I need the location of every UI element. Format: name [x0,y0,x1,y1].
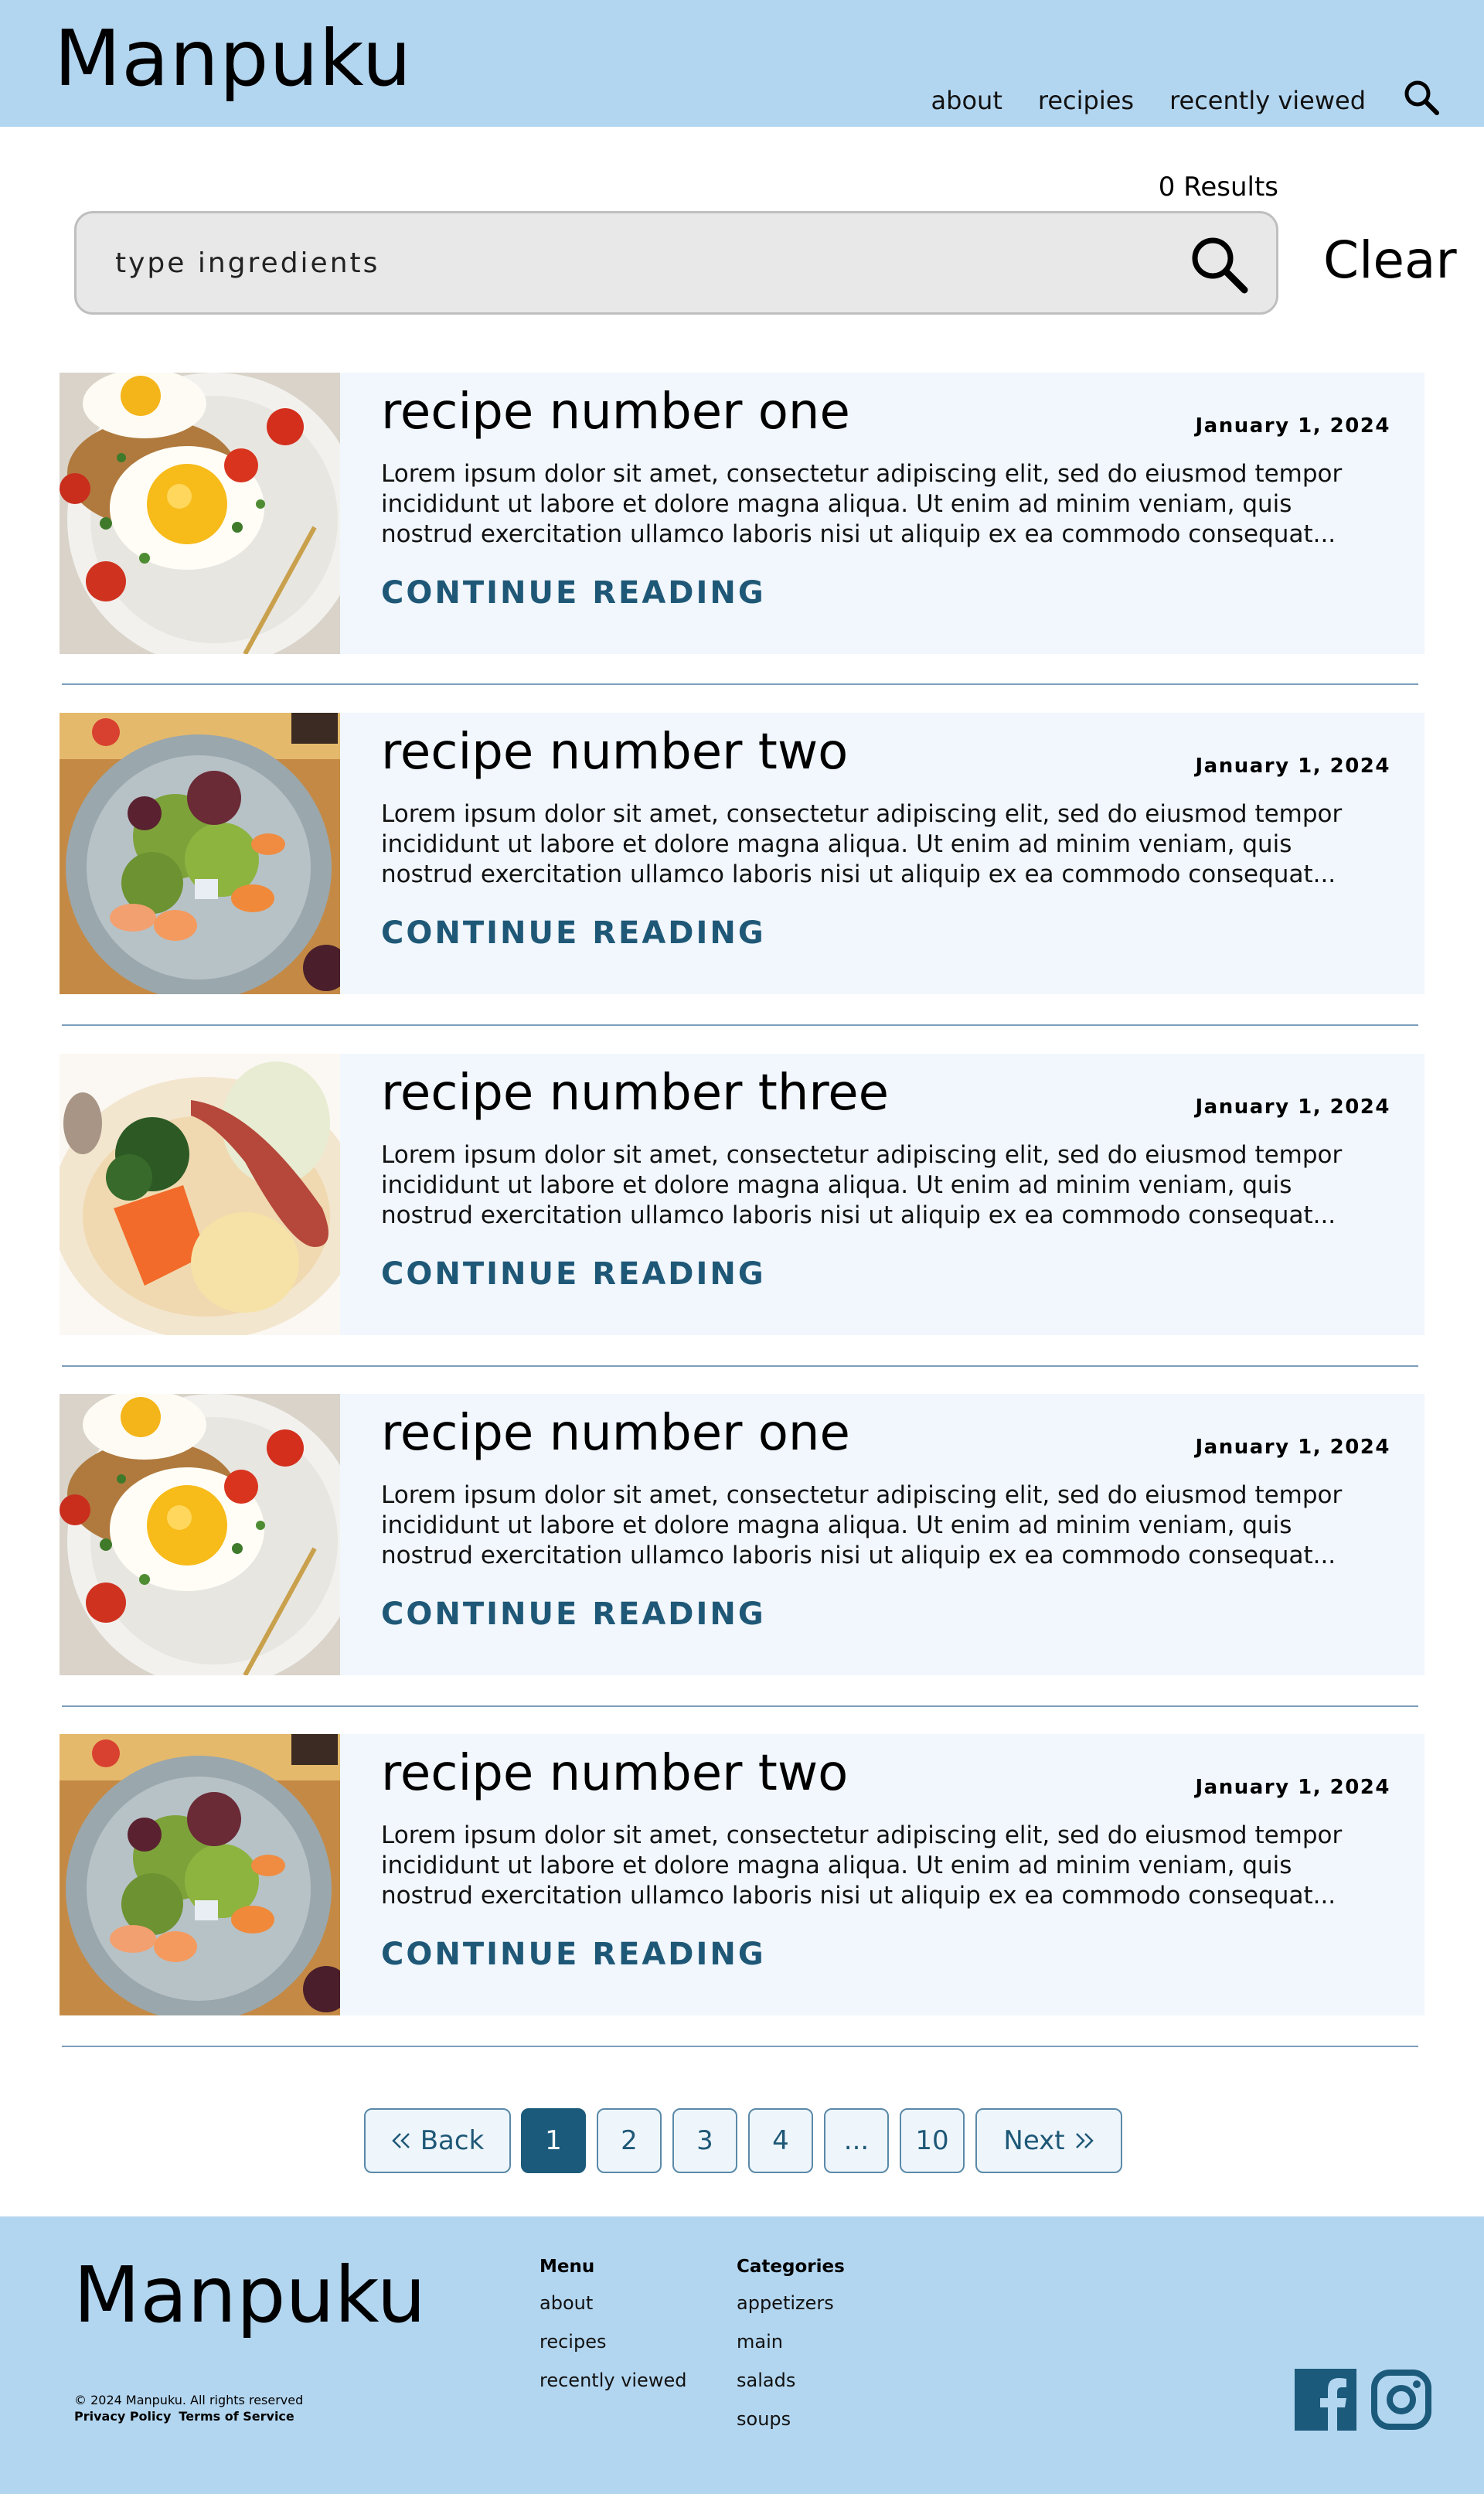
continue-reading-link[interactable]: CONTINUE READING [381,575,766,611]
social-links [1295,2369,1432,2434]
continue-reading-link[interactable]: CONTINUE READING [381,915,766,951]
header-search-icon[interactable] [1401,77,1441,118]
results-count: 0 Results [1158,172,1278,203]
footer-menu-column: Menu about recipes recently viewed [539,2257,686,2408]
card-divider [62,1365,1418,1367]
search-submit-icon[interactable] [1186,232,1251,297]
pagination-ellipsis[interactable]: ... [824,2108,889,2173]
footer-link-about[interactable]: about [539,2292,686,2331]
continue-reading-link[interactable]: CONTINUE READING [381,1256,766,1292]
footer-legal-links: Privacy Policy Terms of Service [74,2409,294,2424]
main-nav: about recipies recently viewed [931,80,1441,118]
pagination-page-1[interactable]: 1 [521,2108,586,2173]
footer-link-recently-viewed[interactable]: recently viewed [539,2370,686,2408]
recipe-title[interactable]: recipe number two [381,1745,848,1802]
recipe-date: January 1, 2024 [1195,755,1390,778]
ingredient-search-box [74,211,1278,315]
footer-copyright: © 2024 Manpuku. All rights reserved [74,2393,304,2407]
recipe-title[interactable]: recipe number one [381,383,850,441]
footer-link-salads[interactable]: salads [737,2370,845,2408]
double-chevron-right-icon [1074,2125,1094,2156]
clear-button[interactable]: Clear [1323,230,1457,290]
continue-reading-link[interactable]: CONTINUE READING [381,1937,766,1972]
pagination-page-10[interactable]: 10 [900,2108,965,2173]
footer-menu-heading: Menu [539,2257,595,2277]
pagination-back-label: Back [420,2125,485,2156]
footer-link-soups[interactable]: soups [737,2408,845,2447]
pagination-next-label: Next [1003,2125,1065,2156]
nav-link-recently-viewed[interactable]: recently viewed [1169,86,1366,115]
card-divider [62,2046,1418,2047]
recipe-excerpt: Lorem ipsum dolor sit amet, consectetur … [381,800,1343,888]
footer-link-main[interactable]: main [737,2331,845,2370]
recipe-card: recipe number one January 1, 2024 Lorem … [60,373,1424,654]
site-header: Manpuku about recipies recently viewed [0,0,1484,127]
recipe-image-salad[interactable] [60,1734,340,2015]
recipe-date: January 1, 2024 [1195,414,1390,438]
recipe-title[interactable]: recipe number one [381,1405,850,1462]
footer-categories-column: Categories appetizers main salads soups [737,2257,845,2447]
recipe-excerpt: Lorem ipsum dolor sit amet, consectetur … [381,1141,1343,1229]
pagination-back-button[interactable]: Back [364,2108,511,2173]
site-logo[interactable]: Manpuku [54,14,412,103]
pagination: Back 1 2 3 4 ... 10 Next [0,2108,1484,2173]
pagination-page-3[interactable]: 3 [672,2108,737,2173]
recipe-card: recipe number three January 1, 2024 Lore… [60,1054,1424,1335]
nav-link-about[interactable]: about [931,86,1002,115]
ingredient-search-input[interactable] [115,213,1135,312]
card-divider [62,1024,1418,1026]
recipe-image-soup[interactable] [60,1054,340,1335]
recipe-excerpt: Lorem ipsum dolor sit amet, consectetur … [381,1481,1343,1569]
pagination-page-2[interactable]: 2 [597,2108,662,2173]
footer-logo[interactable]: Manpuku [73,2250,426,2339]
recipe-title[interactable]: recipe number two [381,724,848,781]
facebook-icon[interactable] [1295,2369,1356,2434]
pagination-next-button[interactable]: Next [975,2108,1122,2173]
card-divider [62,683,1418,685]
footer-link-appetizers[interactable]: appetizers [737,2292,845,2331]
recipe-date: January 1, 2024 [1195,1095,1390,1119]
instagram-icon[interactable] [1370,2369,1432,2434]
card-divider [62,1705,1418,1707]
nav-link-recipies[interactable]: recipies [1038,86,1134,115]
terms-of-service-link[interactable]: Terms of Service [179,2409,294,2424]
recipe-excerpt: Lorem ipsum dolor sit amet, consectetur … [381,460,1343,548]
pagination-page-4[interactable]: 4 [748,2108,813,2173]
recipe-card: recipe number two January 1, 2024 Lorem … [60,1734,1424,2015]
footer-link-recipes[interactable]: recipes [539,2331,686,2370]
recipe-excerpt: Lorem ipsum dolor sit amet, consectetur … [381,1821,1343,1910]
privacy-policy-link[interactable]: Privacy Policy [74,2409,171,2424]
site-footer: Manpuku © 2024 Manpuku. All rights reser… [0,2216,1484,2494]
recipe-image-fried-egg[interactable] [60,373,340,654]
footer-categories-heading: Categories [737,2257,845,2277]
recipe-date: January 1, 2024 [1195,1436,1390,1459]
recipe-card: recipe number two January 1, 2024 Lorem … [60,713,1424,994]
recipe-title[interactable]: recipe number three [381,1065,889,1122]
continue-reading-link[interactable]: CONTINUE READING [381,1596,766,1632]
double-chevron-left-icon [391,2125,411,2156]
recipe-image-salad[interactable] [60,713,340,994]
recipe-card: recipe number one January 1, 2024 Lorem … [60,1394,1424,1675]
recipe-image-fried-egg[interactable] [60,1394,340,1675]
recipe-date: January 1, 2024 [1195,1776,1390,1799]
